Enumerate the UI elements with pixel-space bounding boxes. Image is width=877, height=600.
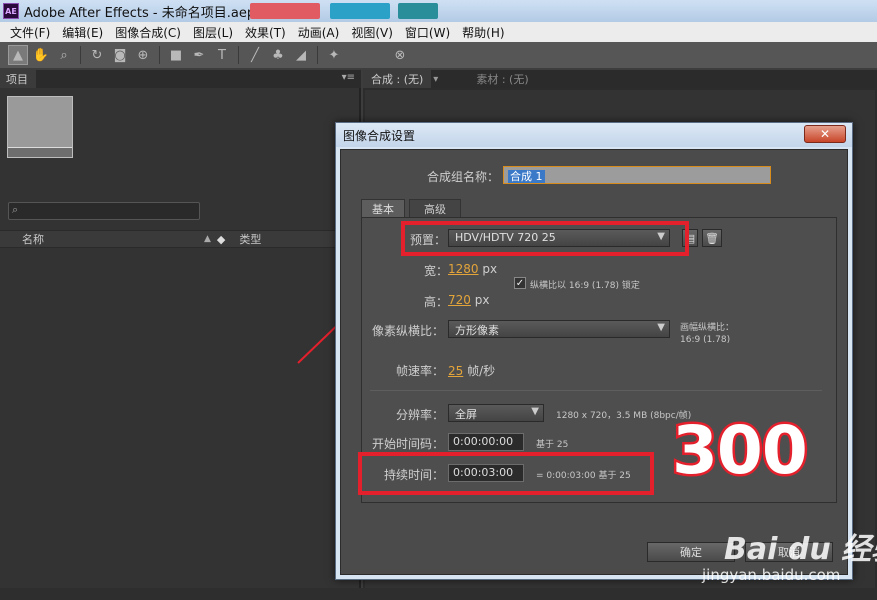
comp-name-input[interactable]: 合成 1 xyxy=(503,166,771,184)
app-logo-icon: AE xyxy=(3,3,19,19)
close-icon: ✕ xyxy=(819,127,831,141)
bottom-timeline-strip xyxy=(0,588,877,600)
resolution-label: 分辨率： xyxy=(396,408,445,422)
menu-help[interactable]: 帮助(H) xyxy=(456,24,510,41)
comp-dropdown-icon[interactable]: ▾ xyxy=(433,74,438,85)
toolbar-divider xyxy=(159,46,160,64)
label-tag-icon[interactable]: ◆ xyxy=(217,233,225,246)
lock-aspect-checkbox[interactable]: ✓ xyxy=(514,277,526,289)
start-timecode-input[interactable]: 0:00:00:00 xyxy=(448,433,524,451)
baidu-watermark: Bai du 经验 jingyan.baidu.com xyxy=(700,500,877,600)
menu-effect[interactable]: 效果(T) xyxy=(239,24,292,41)
rotate-tool-icon[interactable]: ↻ xyxy=(87,45,107,65)
sort-ascending-icon[interactable]: ▲ xyxy=(204,234,211,244)
resolution-info: 1280 x 720，3.5 MB (8bpc/帧) xyxy=(556,411,692,421)
preset-highlight-box xyxy=(401,221,689,256)
width-value[interactable]: 1280 xyxy=(448,262,479,276)
title-bar-decoration xyxy=(250,3,470,19)
camera-tool-icon[interactable]: ◙ xyxy=(110,45,130,65)
start-timecode-base: 基于 25 xyxy=(536,440,569,450)
pixel-aspect-dropdown[interactable]: 方形像素 ▼ xyxy=(448,320,670,338)
zoom-tool-icon[interactable]: ⌕ xyxy=(54,45,74,65)
pen-tool-icon[interactable]: ✒ xyxy=(189,45,209,65)
toolbar-divider xyxy=(238,46,239,64)
text-tool-icon[interactable]: T xyxy=(212,45,232,65)
watermark-logo-text: Bai du 经验 xyxy=(724,532,877,567)
tools-toolbar: ▲ ✋ ⌕ ↻ ◙ ⊕ ■ ✒ T ╱ ♣ ◢ ✦ ⊗ xyxy=(0,42,877,68)
height-value[interactable]: 720 xyxy=(448,293,471,307)
pan-behind-tool-icon[interactable]: ⊕ xyxy=(133,45,153,65)
selection-tool-icon[interactable]: ▲ xyxy=(8,45,28,65)
menu-view[interactable]: 视图(V) xyxy=(345,24,399,41)
tab-advanced[interactable]: 高级 xyxy=(409,199,461,217)
toolbar-divider xyxy=(80,46,81,64)
clone-stamp-tool-icon[interactable]: ♣ xyxy=(268,45,288,65)
comp-name-label: 合成组名称： xyxy=(427,170,500,184)
frame-rate-label: 帧速率： xyxy=(396,364,445,378)
chevron-down-icon: ▼ xyxy=(531,406,539,417)
lock-aspect-label: 纵横比以 16:9 (1.78) 锁定 xyxy=(530,281,640,291)
annotation-text: 300 xyxy=(670,412,811,489)
width-unit: px xyxy=(482,262,498,276)
menu-bar: 文件(F) 编辑(E) 图像合成(C) 图层(L) 效果(T) 动画(A) 视图… xyxy=(0,22,877,42)
close-button[interactable]: ✕ xyxy=(804,125,846,143)
menu-edit[interactable]: 编辑(E) xyxy=(56,24,109,41)
frame-aspect-title: 画幅纵横比： xyxy=(680,323,735,333)
project-thumbnail xyxy=(7,96,73,158)
project-search-input[interactable]: ⌕ xyxy=(8,202,200,220)
delete-preset-icon[interactable]: 🗑 xyxy=(702,229,722,247)
resolution-dropdown[interactable]: 全屏 ▼ xyxy=(448,404,544,422)
hand-tool-icon[interactable]: ✋ xyxy=(31,45,51,65)
dialog-title: 图像合成设置 xyxy=(336,123,852,147)
toolbar-divider xyxy=(317,46,318,64)
height-label: 高： xyxy=(424,295,449,309)
project-tab-bar: 项目 ▾≡ xyxy=(0,70,361,88)
menu-composition[interactable]: 图像合成(C) xyxy=(109,24,187,41)
menu-window[interactable]: 窗口(W) xyxy=(399,24,456,41)
brush-tool-icon[interactable]: ╱ xyxy=(245,45,265,65)
puppet-pin-tool-icon[interactable]: ✦ xyxy=(324,45,344,65)
section-divider xyxy=(370,390,822,391)
rectangle-tool-icon[interactable]: ■ xyxy=(166,45,186,65)
frame-rate-unit: 帧/秒 xyxy=(467,364,496,378)
pixel-aspect-label: 像素纵横比： xyxy=(372,324,445,338)
watermark-url: jingyan.baidu.com xyxy=(702,566,841,584)
menu-file[interactable]: 文件(F) xyxy=(4,24,56,41)
chevron-down-icon: ▼ xyxy=(657,322,665,333)
frame-rate-value[interactable]: 25 xyxy=(448,364,463,378)
project-column-header: 名称 ▲ ◆ 类型 xyxy=(0,230,361,248)
start-timecode-label: 开始时间码： xyxy=(372,437,445,451)
menu-animation[interactable]: 动画(A) xyxy=(292,24,346,41)
comp-tab-bar: 合成 : (无) ▾ 素材 : (无) xyxy=(363,70,877,88)
project-tab[interactable]: 项目 xyxy=(0,70,36,88)
duration-highlight-box xyxy=(358,452,654,495)
menu-layer[interactable]: 图层(L) xyxy=(187,24,239,41)
column-name[interactable]: 名称 xyxy=(22,231,44,247)
axis-mode-icon[interactable]: ⊗ xyxy=(390,45,410,65)
window-title: Adobe After Effects - 未命名项目.aep xyxy=(24,5,256,21)
search-icon: ⌕ xyxy=(12,203,19,216)
tab-footage[interactable]: 素材 : (无) xyxy=(468,70,536,88)
title-bar: AE Adobe After Effects - 未命名项目.aep xyxy=(0,0,877,22)
height-unit: px xyxy=(474,293,490,307)
frame-aspect-value: 16:9 (1.78) xyxy=(680,335,731,345)
panel-menu-icon[interactable]: ▾≡ xyxy=(342,72,355,83)
eraser-tool-icon[interactable]: ◢ xyxy=(291,45,311,65)
tab-composition[interactable]: 合成 : (无) xyxy=(363,70,432,88)
width-label: 宽： xyxy=(424,264,449,278)
column-type[interactable]: 类型 xyxy=(239,231,261,247)
tab-basic[interactable]: 基本 xyxy=(361,199,405,217)
